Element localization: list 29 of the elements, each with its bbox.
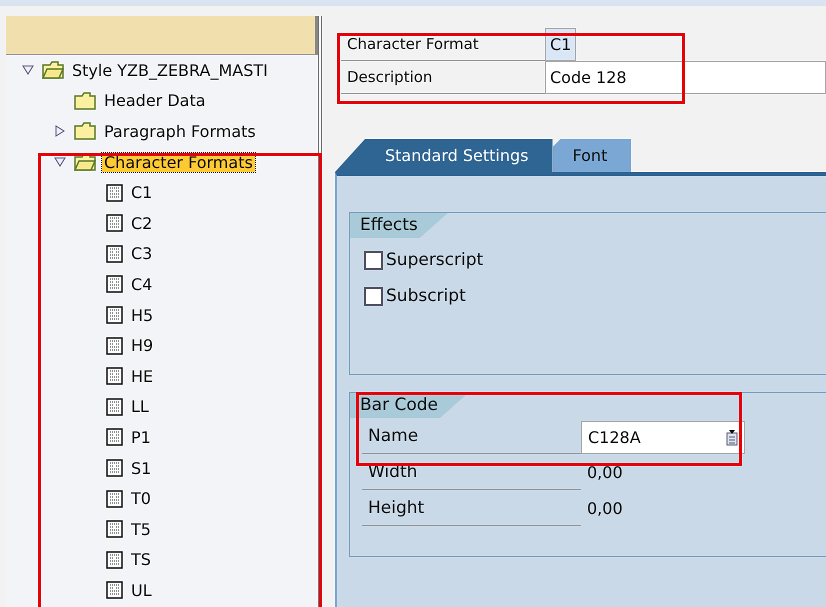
tree-item[interactable]: P1 — [129, 428, 153, 447]
field-label: Height — [362, 490, 581, 526]
tree-item[interactable]: C4 — [129, 274, 154, 294]
tree-item[interactable]: S1 — [129, 458, 154, 478]
tree-item[interactable]: H9 — [129, 336, 156, 356]
tree-item[interactable]: Style YZB_ZEBRA_MASTI — [70, 60, 270, 80]
checkbox-label: Superscript — [386, 250, 484, 270]
field-value: 0,00 — [586, 498, 623, 520]
format-key-field[interactable]: C1 — [545, 28, 576, 61]
name-dropdown[interactable]: C128A — [581, 421, 745, 454]
tree-item[interactable]: T0 — [129, 489, 153, 508]
group-title: Bar Code — [350, 393, 468, 418]
tree-item[interactable]: HE — [129, 366, 156, 386]
tab[interactable]: Standard Settings — [335, 139, 552, 172]
tree-item[interactable]: H5 — [129, 306, 156, 325]
tree-item[interactable]: Paragraph Formats — [102, 122, 258, 141]
description-field[interactable]: Code 128 — [545, 61, 826, 94]
tree-item[interactable]: C1 — [129, 183, 154, 202]
tree-item[interactable]: UL — [129, 580, 154, 600]
tree-item[interactable]: LL — [129, 397, 151, 416]
tree-item[interactable]: T5 — [129, 520, 153, 539]
group-title: Effects — [350, 213, 448, 238]
field-value: 0,00 — [586, 462, 623, 484]
tab[interactable]: Font — [552, 139, 632, 172]
checkbox-label: Subscript — [386, 286, 466, 306]
tree-item[interactable]: Header Data — [102, 91, 208, 110]
tree-item[interactable]: TS — [129, 550, 153, 570]
tree-item[interactable]: C2 — [129, 214, 154, 233]
tree-item[interactable]: C3 — [129, 244, 154, 264]
